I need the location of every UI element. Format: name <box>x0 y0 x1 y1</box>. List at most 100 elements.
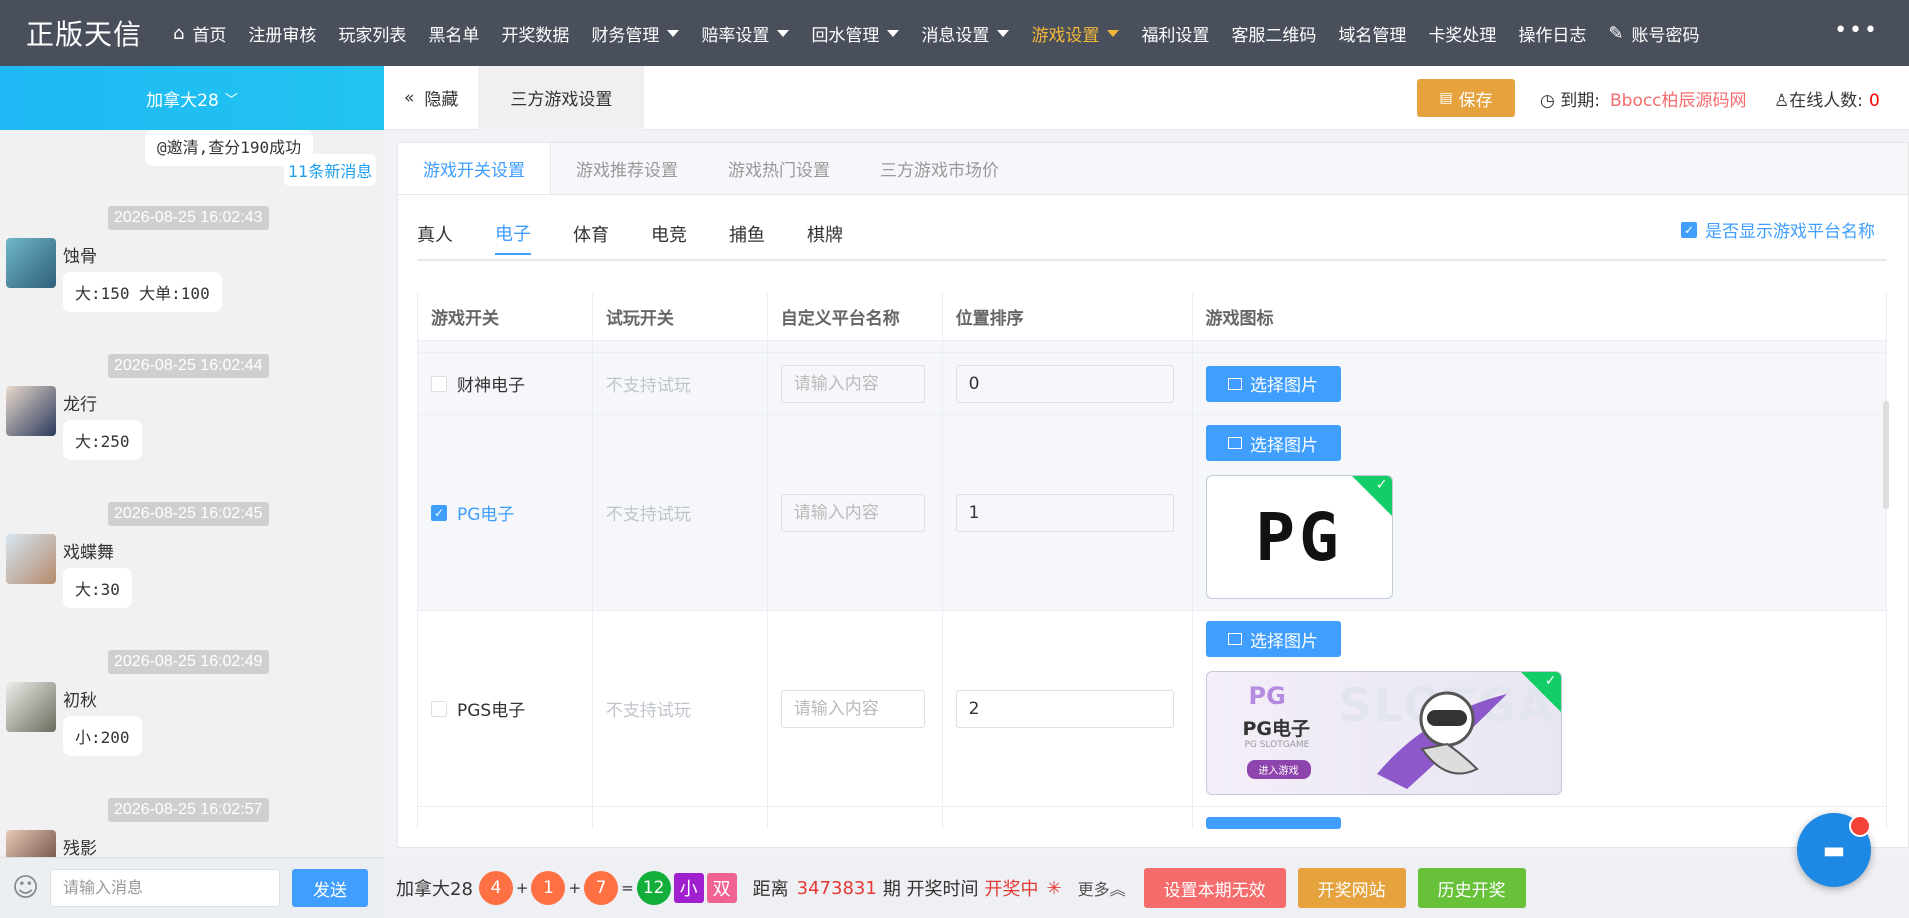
chat-fab-button[interactable]: ▬ <box>1797 813 1871 887</box>
user-name: 戏蝶舞 <box>63 543 114 563</box>
period-number: 3473831 <box>796 877 877 899</box>
trial-cell: 不支持试玩 <box>593 415 768 610</box>
message-time: 2026-08-25 16:02:49 <box>108 650 269 674</box>
chat-bubble: 大:250 <box>63 420 142 460</box>
parity-tag: 双 <box>706 873 737 903</box>
select-image-button[interactable]: 选择图片 <box>1205 621 1341 657</box>
table-cell <box>1193 341 1887 352</box>
settings-panel: 游戏开关设置 游戏推荐设置 游戏热门设置 三方游戏市场价 真人 电子 体育 电竞… <box>397 142 1909 848</box>
size-tag: 小 <box>673 873 704 903</box>
tab-market-price[interactable]: 三方游戏市场价 <box>855 143 1024 194</box>
select-image-button[interactable]: 选择图片 <box>1205 365 1341 402</box>
message-time: 2026-08-25 16:02:45 <box>108 502 269 526</box>
select-image-button[interactable]: 选择图片 <box>1205 425 1341 461</box>
tab-third-party-games[interactable]: 三方游戏设置 <box>478 65 645 130</box>
show-platform-name-checkbox[interactable]: ✓ 是否显示游戏平台名称 <box>1681 217 1875 242</box>
icon-cell: 选择图片 PG ✓ <box>1193 415 1887 610</box>
nav-blacklist[interactable]: 黑名单 <box>417 0 490 66</box>
plus-sign: + <box>515 879 529 897</box>
table-scrollbar[interactable] <box>1883 401 1889 509</box>
lottery-site-button[interactable]: 开奖网站 <box>1297 868 1406 908</box>
check-icon: ✓ <box>1681 221 1697 238</box>
game-switch-checkbox[interactable] <box>431 700 447 717</box>
game-switch-cell: PGS电子 <box>418 611 593 806</box>
table-row-partial <box>418 341 1887 353</box>
nav-account-password[interactable]: ✎ 账号密码 <box>1597 0 1710 66</box>
nav-finance[interactable]: 财务管理 <box>580 0 690 66</box>
nav-rebate[interactable]: 回水管理 <box>800 0 910 66</box>
nav-register-review[interactable]: 注册审核 <box>237 0 327 66</box>
chat-messages[interactable]: @邀清,查分190成功 11条新消息 2026-08-25 16:02:43 蚀… <box>0 130 384 857</box>
thumb-subtitle: PG电子 <box>1242 718 1311 740</box>
user-name: 龙行 <box>63 395 97 415</box>
avatar <box>6 386 56 436</box>
nav-player-list[interactable]: 玩家列表 <box>327 0 417 66</box>
tab-game-switch[interactable]: 游戏开关设置 <box>398 143 551 194</box>
order-cell: 1 <box>943 415 1193 610</box>
custom-name-input[interactable]: 请输入内容 <box>780 364 925 403</box>
new-messages-link[interactable]: 11条新消息 <box>284 154 377 186</box>
expire-info: ◷ 到期: Bbocc柏辰源码网 <box>1540 91 1747 111</box>
user-name: 蚀骨 <box>63 247 97 267</box>
nav-lottery-data[interactable]: 开奖数据 <box>490 0 580 66</box>
tab-game-hot[interactable]: 游戏热门设置 <box>703 143 855 194</box>
nav-stuck-lottery[interactable]: 卡奖处理 <box>1417 0 1507 66</box>
order-input[interactable]: 0 <box>955 364 1174 403</box>
order-input[interactable]: 2 <box>955 689 1174 728</box>
game-icon-thumbnail[interactable]: PG ✓ <box>1205 475 1393 599</box>
chat-input[interactable]: 请输入消息 <box>50 869 280 907</box>
game-switch-checkbox[interactable]: ✓ <box>431 504 447 521</box>
invalidate-period-button[interactable]: 设置本期无效 <box>1143 868 1286 908</box>
nav-game-settings[interactable]: 游戏设置 <box>1020 0 1130 66</box>
category-electronic[interactable]: 电子 <box>495 213 531 255</box>
more-icon[interactable]: ••• <box>1834 18 1879 43</box>
more-toggle[interactable]: 更多︽ <box>1078 876 1126 900</box>
game-switch-checkbox[interactable] <box>431 375 447 392</box>
edit-icon: ✎ <box>1608 22 1624 44</box>
nav-domain[interactable]: 域名管理 <box>1327 0 1417 66</box>
tab-game-recommend[interactable]: 游戏推荐设置 <box>551 143 703 194</box>
category-tabs: 真人 电子 体育 电竞 捕鱼 棋牌 <box>417 213 885 255</box>
column-header: 位置排序 <box>943 293 1193 340</box>
image-icon <box>1228 633 1242 645</box>
result-ball: 1 <box>531 871 566 905</box>
chat-bubble: 大:150 大单:100 <box>63 272 222 312</box>
category-sports[interactable]: 体育 <box>573 213 609 255</box>
category-chess[interactable]: 棋牌 <box>807 213 843 255</box>
nav-message-settings[interactable]: 消息设置 <box>910 0 1020 66</box>
thumb-small-text: PG SLOTGAME <box>1244 740 1310 750</box>
column-header: 游戏开关 <box>418 293 593 340</box>
nav-welfare[interactable]: 福利设置 <box>1130 0 1220 66</box>
check-icon: ✓ <box>1544 673 1557 689</box>
nav-operation-log[interactable]: 操作日志 <box>1507 0 1597 66</box>
nav-service-qr[interactable]: 客服二维码 <box>1220 0 1327 66</box>
caret-down-icon <box>777 29 790 37</box>
emoji-icon[interactable]: ☺ <box>12 873 42 903</box>
room-selector[interactable]: 加拿大28 ﹀ <box>0 66 384 130</box>
column-header: 试玩开关 <box>593 293 768 340</box>
custom-name-cell: 请输入内容 <box>768 415 943 610</box>
select-image-button-partial[interactable] <box>1205 817 1341 829</box>
custom-name-input[interactable]: 请输入内容 <box>780 493 925 532</box>
order-cell: 2 <box>943 611 1193 806</box>
robot-mascot-image <box>1376 691 1507 789</box>
category-fishing[interactable]: 捕鱼 <box>729 213 765 255</box>
panel-tabs: 游戏开关设置 游戏推荐设置 游戏热门设置 三方游戏市场价 <box>398 143 1908 195</box>
save-button[interactable]: ▤ 保存 <box>1417 79 1515 117</box>
order-input[interactable]: 1 <box>955 493 1174 532</box>
custom-name-cell: 请输入内容 <box>768 611 943 806</box>
image-icon <box>1228 377 1242 390</box>
caret-down-icon <box>1107 29 1120 37</box>
table-cell <box>593 807 768 829</box>
result-sum: 12 <box>636 871 671 905</box>
nav-odds[interactable]: 赔率设置 <box>690 0 800 66</box>
send-button[interactable]: 发送 <box>292 869 368 907</box>
game-icon-thumbnail[interactable]: SLOTGAME PG PG电子 PG SLOTGAME 进入游戏 ✓ <box>1205 671 1562 795</box>
custom-name-input[interactable]: 请输入内容 <box>780 689 925 728</box>
category-live[interactable]: 真人 <box>417 213 453 255</box>
history-button[interactable]: 历史开奖 <box>1417 868 1526 908</box>
hide-sidebar-button[interactable]: «隐藏 <box>384 66 478 130</box>
nav-home[interactable]: ⌂ 首页 <box>162 0 237 66</box>
category-esports[interactable]: 电竞 <box>651 213 687 255</box>
pg-logo-text: PG <box>1255 498 1343 576</box>
